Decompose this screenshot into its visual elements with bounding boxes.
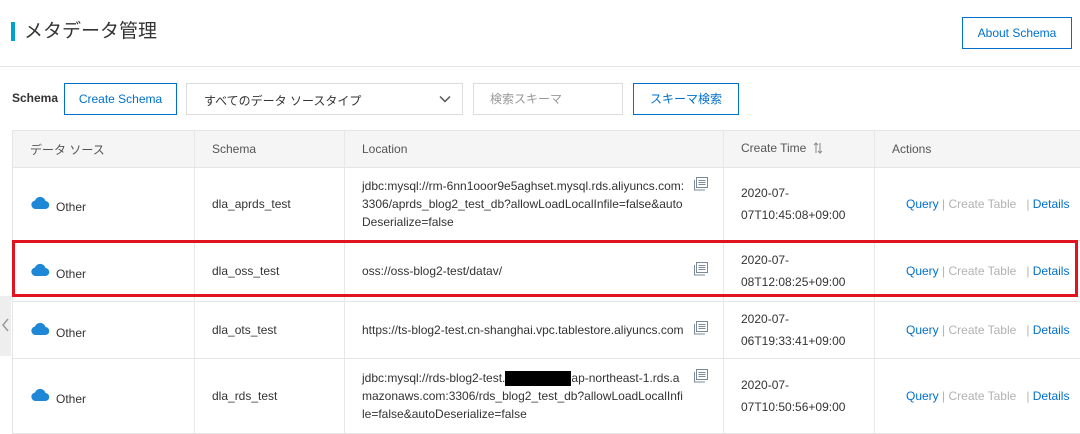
actions-cell: Query | Create Table | Details [874,301,1080,359]
location-cell: https://ts-blog2-test.cn-shanghai.vpc.ta… [344,301,724,359]
chevron-down-icon [439,93,451,108]
schema-name-cell: dla_aprds_test [194,167,345,241]
schema-name-cell: dla_ots_test [194,301,345,359]
create-time-time: 07T10:50:56+09:00 [741,400,846,414]
location-text: https://ts-blog2-test.cn-shanghai.vpc.ta… [362,323,684,337]
create-time-time: 08T12:08:25+09:00 [741,275,846,289]
cloud-icon [30,388,56,405]
create-time-label: Create Time [741,141,807,156]
create-time-time: 07T10:45:08+09:00 [741,208,846,222]
create-table-link: Create Table [948,389,1017,403]
about-schema-button[interactable]: About Schema [962,17,1072,49]
actions-cell: Query | Create Table | Details [874,240,1080,302]
create-time-cell: 2020-07- 07T10:45:08+09:00 [723,167,875,241]
table-row: Other dla_rds_test jdbc:mysql://rds-blog… [12,358,1080,434]
details-link[interactable]: Details [1033,389,1070,403]
sort-icon[interactable] [813,141,823,157]
create-table-link: Create Table [948,197,1017,211]
create-time-cell: 2020-07- 07T10:50:56+09:00 [723,358,875,434]
copy-icon[interactable] [693,369,708,388]
page-title: メタデータ管理 [24,21,158,42]
cloud-icon [30,322,56,339]
schema-label: Schema [12,91,59,105]
cloud-icon [30,196,56,213]
create-time-cell: 2020-07- 06T19:33:41+09:00 [723,301,875,359]
source-type-select-value: すべてのデータ ソースタイプ [204,94,362,108]
query-link[interactable]: Query [906,323,939,337]
source-type-select[interactable]: すべてのデータ ソースタイプ [186,83,463,115]
source-cell: Other [12,358,195,434]
schema-search-input[interactable] [473,83,623,115]
table-header-row: データ ソース Schema Location Create Time Acti… [12,130,1080,168]
create-table-link: Create Table [948,264,1017,278]
location-cell: jdbc:mysql://rm-6nn1ooor9e5aghset.mysql.… [344,167,724,241]
source-text: Other [56,392,87,406]
source-text: Other [56,267,87,281]
details-link[interactable]: Details [1033,197,1070,211]
create-schema-button[interactable]: Create Schema [64,83,177,115]
query-link[interactable]: Query [906,264,939,278]
header-divider [0,66,1080,67]
schema-search-button[interactable]: スキーマ検索 [633,83,739,115]
actions-cell: Query | Create Table | Details [874,358,1080,434]
column-header-schema: Schema [194,130,345,168]
location-text-start: jdbc:mysql://rds-blog2-test. [362,371,506,385]
create-time-date: 2020-07- [741,253,790,267]
copy-icon[interactable] [693,262,708,281]
column-header-location: Location [344,130,724,168]
schema-name-cell: dla_rds_test [194,358,345,434]
column-header-create-time[interactable]: Create Time [723,130,875,168]
create-time-date: 2020-07- [741,312,790,326]
column-header-actions: Actions [874,130,1080,168]
create-time-date: 2020-07- [741,186,790,200]
create-time-date: 2020-07- [741,378,790,392]
source-text: Other [56,326,87,340]
title-accent-bar [11,22,15,41]
location-cell: jdbc:mysql://rds-blog2-test. ap-northeast… [344,358,724,434]
source-text: Other [56,200,87,214]
details-link[interactable]: Details [1033,323,1070,337]
create-time-time: 06T19:33:41+09:00 [741,334,846,348]
cloud-icon [30,263,56,280]
copy-icon[interactable] [693,177,708,196]
location-text: oss://oss-blog2-test/datav/ [362,264,503,278]
copy-icon[interactable] [693,321,708,340]
actions-cell: Query | Create Table | Details [874,167,1080,241]
table-row: Other dla_ots_test https://ts-blog2-test… [12,301,1080,359]
query-link[interactable]: Query [906,389,939,403]
sidebar-collapse-tab[interactable] [0,296,11,356]
source-cell: Other [12,240,195,302]
redaction-box [505,371,572,387]
create-time-cell: 2020-07- 08T12:08:25+09:00 [723,240,875,302]
location-cell: oss://oss-blog2-test/datav/ [344,240,724,302]
schema-table: データ ソース Schema Location Create Time Acti… [12,130,1080,434]
source-cell: Other [12,167,195,241]
column-header-source: データ ソース [12,130,195,168]
create-table-link: Create Table [948,323,1017,337]
source-cell: Other [12,301,195,359]
query-link[interactable]: Query [906,197,939,211]
details-link[interactable]: Details [1033,264,1070,278]
location-text: jdbc:mysql://rm-6nn1ooor9e5aghset.mysql.… [362,179,685,229]
table-row: Other dla_aprds_test jdbc:mysql://rm-6nn… [12,167,1080,241]
schema-name-cell: dla_oss_test [194,240,345,302]
table-row: Other dla_oss_test oss://oss-blog2-test/… [12,240,1080,302]
